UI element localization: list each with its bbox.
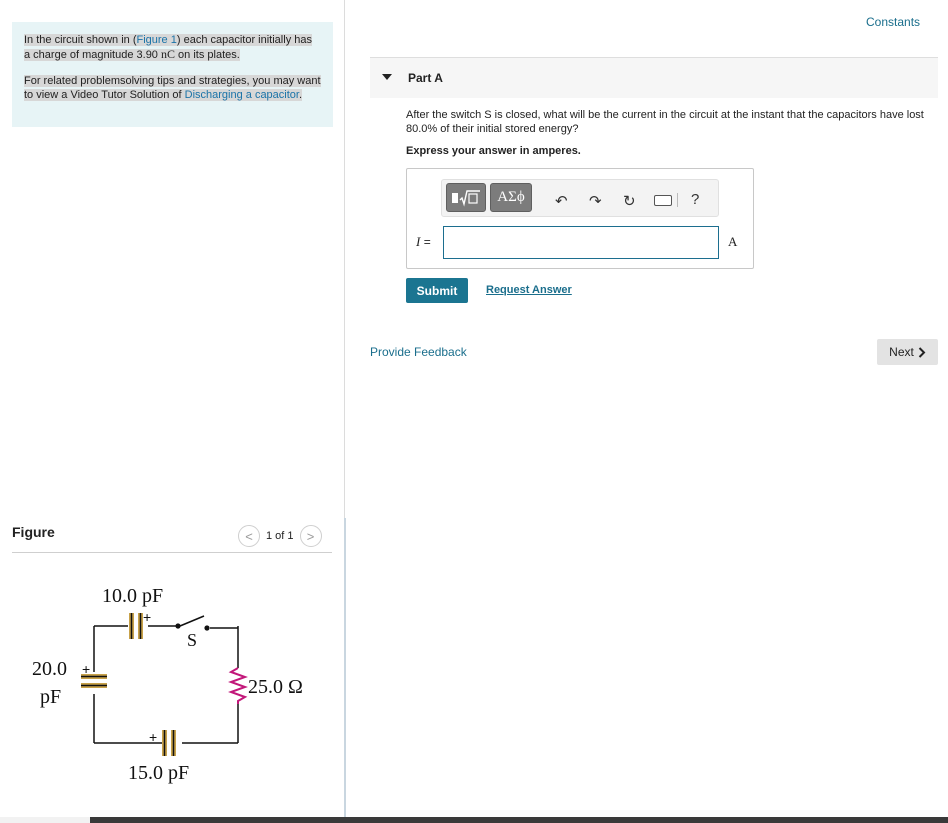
unit-label: A <box>728 234 738 249</box>
capacitor-left-unit: pF <box>40 686 61 708</box>
submit-button[interactable]: Submit <box>406 278 468 303</box>
next-label: Next <box>889 345 914 359</box>
help-icon[interactable]: ? <box>691 191 699 208</box>
figure-divider <box>12 552 332 553</box>
pager-text: 1 of 1 <box>266 530 294 542</box>
math-toolbar: ΑΣϕ ↶ ↷ ↻ ? <box>441 179 719 217</box>
part-a-header[interactable] <box>370 58 938 98</box>
intro-paragraph-2: For related problemsolving tips and stra… <box>24 75 321 101</box>
bottom-bar-light <box>0 817 90 823</box>
resistor-label: 25.0 Ω <box>248 676 303 698</box>
answer-box: ΑΣϕ ↶ ↷ ↻ ? I = A <box>406 168 754 269</box>
capacitor-top-label: 10.0 pF <box>102 585 163 607</box>
capacitor-bottom-plus: + <box>149 729 157 745</box>
capacitor-bottom-label: 15.0 pF <box>128 762 189 784</box>
problem-intro: In the circuit shown in (Figure 1) each … <box>12 22 333 127</box>
request-answer-link[interactable]: Request Answer <box>486 284 572 296</box>
question-text: After the switch S is closed, what will … <box>406 109 924 135</box>
provide-feedback-link[interactable]: Provide Feedback <box>370 345 467 359</box>
figure-link[interactable]: Figure 1 <box>137 34 177 46</box>
prev-figure-button[interactable]: < <box>238 525 260 547</box>
resistor <box>228 667 248 704</box>
templates-button[interactable] <box>446 183 486 212</box>
capacitor-left-plus: + <box>82 661 90 677</box>
answer-instruction: Express your answer in amperes. <box>406 145 581 157</box>
keyboard-icon[interactable] <box>654 195 672 206</box>
figure-pager: < 1 of 1 > <box>238 524 322 548</box>
reset-icon[interactable]: ↻ <box>623 192 636 210</box>
capacitor-top-plus: + <box>143 609 151 625</box>
toolbar-separator <box>677 193 678 207</box>
part-title: Part A <box>408 71 443 85</box>
next-figure-button[interactable]: > <box>299 525 322 547</box>
capacitor-left-value: 20.0 <box>32 658 67 680</box>
undo-icon[interactable]: ↶ <box>555 192 568 210</box>
chevron-right-icon <box>918 346 926 358</box>
next-button[interactable]: Next <box>877 339 938 365</box>
bottom-bar <box>0 817 948 823</box>
figure-title: Figure <box>12 524 55 540</box>
circuit-diagram: 10.0 pF 20.0 pF 15.0 pF 25.0 Ω S + + + <box>32 585 303 784</box>
panel-divider-lower <box>344 518 346 818</box>
intro-paragraph-1: In the circuit shown in (Figure 1) each … <box>24 34 312 61</box>
redo-icon[interactable]: ↷ <box>589 192 602 210</box>
collapse-arrow-icon[interactable] <box>382 74 392 80</box>
templates-icon <box>452 189 480 207</box>
constants-link[interactable]: Constants <box>866 15 920 29</box>
answer-input[interactable] <box>443 226 719 259</box>
video-tutor-link[interactable]: Discharging a capacitor <box>185 89 299 101</box>
variable-label: I = <box>416 234 431 249</box>
switch-label: S <box>187 630 197 650</box>
greek-symbols-button[interactable]: ΑΣϕ <box>490 183 532 212</box>
